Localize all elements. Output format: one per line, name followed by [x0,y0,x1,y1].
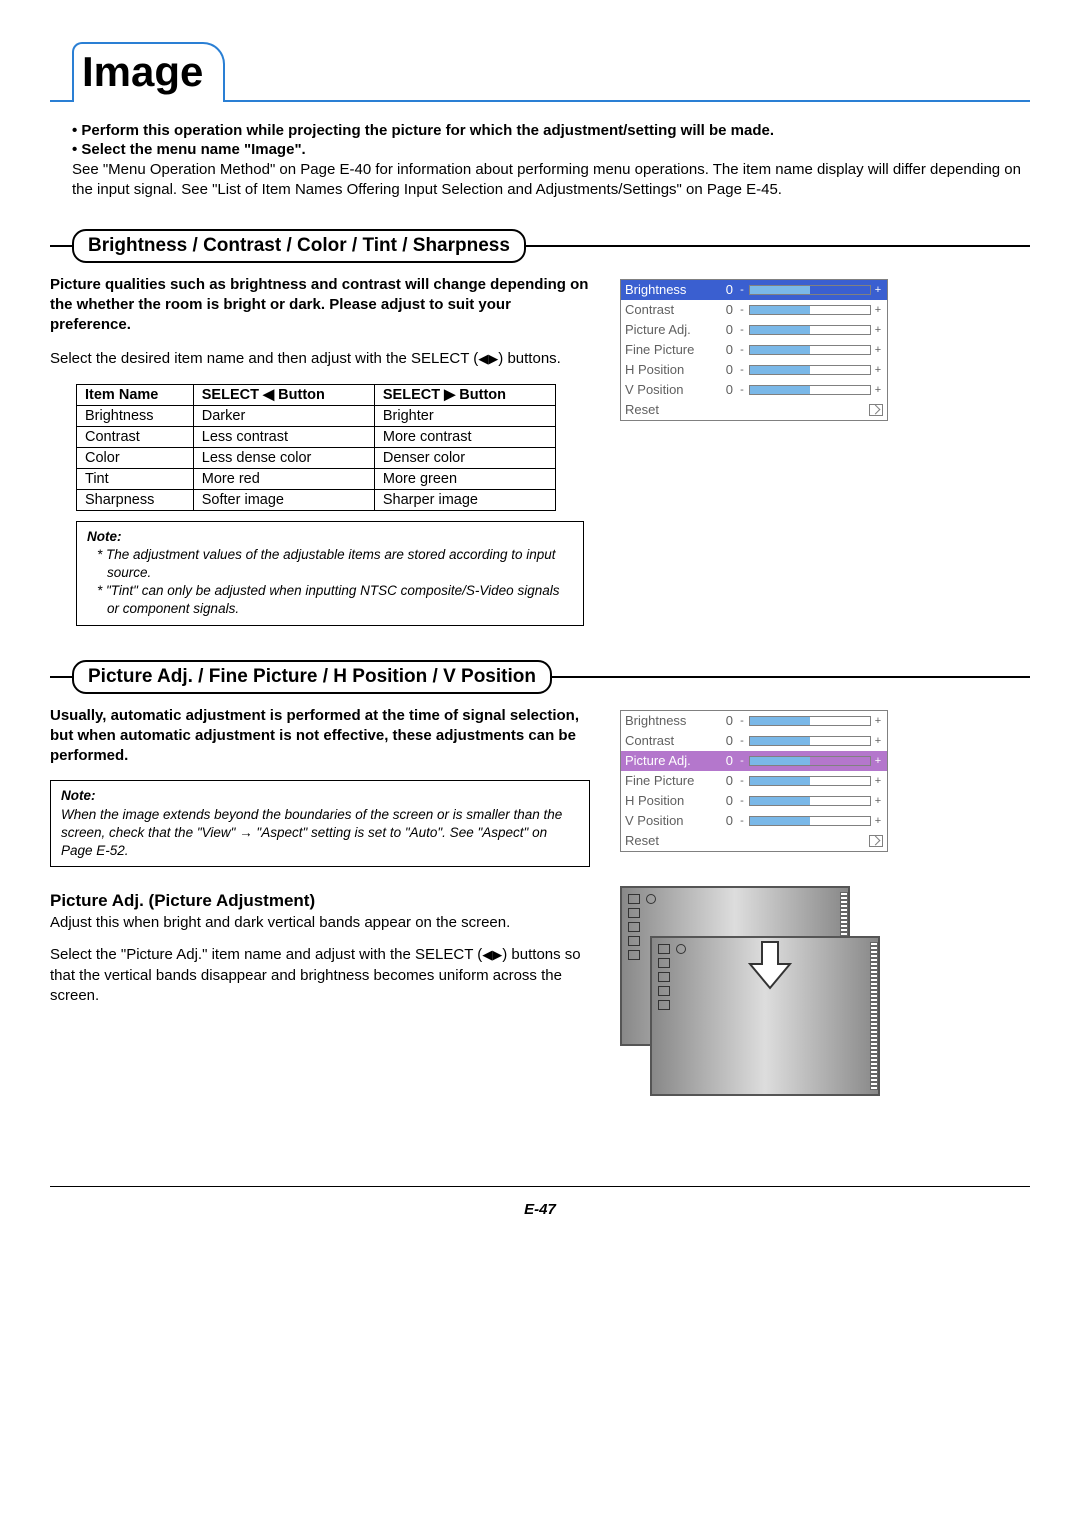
left-right-arrow-icon: ◀▶ [482,947,502,962]
osd-reset-row: Reset [621,831,887,851]
table-row: TintMore redMore green [77,468,556,489]
intro-plain: See "Menu Operation Method" on Page E-40… [72,160,1030,201]
section2-lead: Usually, automatic adjustment is perform… [50,706,590,767]
adjustment-table: Item Name SELECT ◀ Button SELECT ▶ Butto… [76,384,556,511]
instr-text-b: ) buttons. [498,350,561,367]
table-row: ContrastLess contrastMore contrast [77,426,556,447]
osd-row: Picture Adj.0-+ [621,751,887,771]
intro-block: Perform this operation while projecting … [54,122,1030,201]
enter-icon [869,835,883,847]
enter-icon [869,404,883,416]
osd-row: Contrast0-+ [621,731,887,751]
table-row: BrightnessDarkerBrighter [77,405,556,426]
section1-lead: Picture qualities such as brightness and… [50,275,590,336]
down-arrow-icon [748,940,792,994]
title-bar: Image [50,40,1030,102]
picture-adj-subtitle: Picture Adj. (Picture Adjustment) [50,891,590,911]
note-title: Note: [61,787,579,805]
th-item-name: Item Name [77,384,194,405]
picture-adj-p1: Adjust this when bright and dark vertica… [50,913,590,933]
footer-rule [50,1186,1030,1187]
page-number: E-47 [50,1201,1030,1218]
osd-row: Brightness0-+ [621,280,887,300]
table-row: SharpnessSofter imageSharper image [77,489,556,510]
table-row: ColorLess dense colorDenser color [77,447,556,468]
page-title: Image [72,42,225,102]
circle-icon [676,944,686,954]
osd-row: Brightness0-+ [621,711,887,731]
note-line-2: * "Tint" can only be adjusted when input… [97,582,573,618]
diagram-side-icons [658,944,670,1010]
osd-reset-label: Reset [625,402,659,417]
note-title: Note: [87,528,573,546]
note-line-1: * The adjustment values of the adjustabl… [97,546,573,582]
osd-row: V Position0-+ [621,380,887,400]
section1-note-box: Note: * The adjustment values of the adj… [76,521,584,626]
left-right-arrow-icon: ◀▶ [478,351,498,366]
osd-reset-label: Reset [625,833,659,848]
osd-row: Contrast0-+ [621,300,887,320]
section1-heading: Brightness / Contrast / Color / Tint / S… [72,229,526,263]
diagram-side-icons [628,894,640,960]
section1-instr: Select the desired item name and then ad… [50,349,590,369]
section2-note-box: Note: When the image extends beyond the … [50,780,590,867]
osd-menu-2: Brightness0-+ Contrast0-+ Picture Adj.0-… [620,710,888,852]
osd-row: H Position0-+ [621,360,887,380]
osd-row: Fine Picture0-+ [621,340,887,360]
th-select-left: SELECT ◀ Button [193,384,374,405]
osd-row: V Position0-+ [621,811,887,831]
osd-menu-1: Brightness0-+ Contrast0-+ Picture Adj.0-… [620,279,888,421]
diagram-front-screen [650,936,880,1096]
osd-row: Fine Picture0-+ [621,771,887,791]
instr-text-a: Select the desired item name and then ad… [50,350,478,367]
picture-adj-diagram [620,886,890,1116]
circle-icon [646,894,656,904]
section2-heading: Picture Adj. / Fine Picture / H Position… [72,660,552,694]
note-line: When the image extends beyond the bounda… [61,806,579,861]
section1-rule: Brightness / Contrast / Color / Tint / S… [50,229,1030,263]
intro-bullet-1: Perform this operation while projecting … [72,122,1030,139]
diagram-band-icon [870,942,878,1090]
osd-row: Picture Adj.0-+ [621,320,887,340]
intro-bullet-2: Select the menu name "Image". [72,141,1030,158]
osd-reset-row: Reset [621,400,887,420]
osd-row: H Position0-+ [621,791,887,811]
picture-adj-p2: Select the "Picture Adj." item name and … [50,945,590,1006]
section2-rule: Picture Adj. / Fine Picture / H Position… [50,660,1030,694]
th-select-right: SELECT ▶ Button [374,384,555,405]
p2-text-a: Select the "Picture Adj." item name and … [50,946,482,963]
